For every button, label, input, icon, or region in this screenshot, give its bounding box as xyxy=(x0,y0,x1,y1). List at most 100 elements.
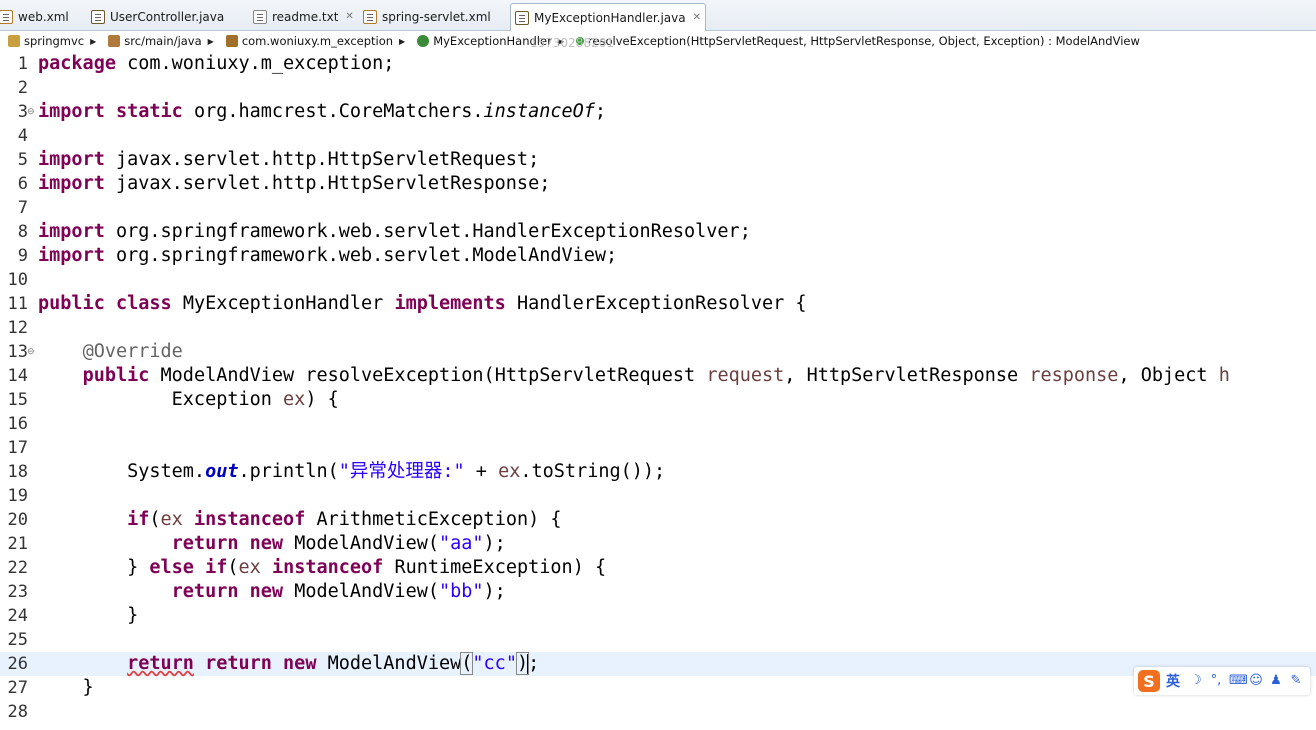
code-text: import javax.servlet.http.HttpServletRes… xyxy=(38,173,551,194)
punctuation-icon[interactable]: °, xyxy=(1209,674,1223,688)
breadcrumb-source-folder[interactable]: src/main/java ▶ xyxy=(100,34,218,48)
code-line: 6 import javax.servlet.http.HttpServletR… xyxy=(0,172,1316,196)
close-icon[interactable]: ✕ xyxy=(693,12,701,23)
text-file-icon xyxy=(253,9,267,24)
tab-label: UserController.java xyxy=(110,9,225,24)
java-file-icon xyxy=(515,10,529,25)
editor-tab-bar: web.xml UserController.java readme.txt ✕… xyxy=(0,0,1316,31)
ime-toolbar[interactable]: S 英 ☽ °, ⌨ ☺ ♟ ✎ xyxy=(1134,667,1310,695)
line-number: 7 xyxy=(17,198,28,218)
tab-label: readme.txt xyxy=(272,9,339,24)
code-line: 24 } xyxy=(0,604,1316,628)
code-text: return return new ModelAndView("cc"); xyxy=(127,652,540,675)
moon-icon[interactable]: ☽ xyxy=(1189,674,1203,688)
code-text: import org.springframework.web.servlet.M… xyxy=(38,245,618,266)
line-number: 27 xyxy=(7,678,28,698)
source-folder-icon xyxy=(108,35,121,47)
text-caret xyxy=(527,654,530,674)
line-number: 23 xyxy=(7,582,28,602)
watermark: 15730288201 xyxy=(530,36,614,50)
code-line: 7 xyxy=(0,196,1316,220)
shirt-icon[interactable]: ♟ xyxy=(1269,674,1283,688)
code-text: package com.woniuxy.m_exception; xyxy=(38,53,395,74)
code-text: System.out.println("异常处理器:" + ex.toStrin… xyxy=(127,461,666,482)
code-text: Exception ex) { xyxy=(171,389,339,410)
code-line: 15 Exception ex) { xyxy=(0,388,1316,412)
tab-web-xml[interactable]: web.xml xyxy=(0,3,74,29)
ime-language-toggle[interactable]: 英 xyxy=(1166,671,1180,691)
code-text: } xyxy=(38,677,94,698)
fold-collapse-icon[interactable]: ⊖ xyxy=(27,348,35,357)
breadcrumb-package[interactable]: com.woniuxy.m_exception ▶ xyxy=(218,34,409,48)
line-number: 20 xyxy=(7,510,28,530)
user-icon[interactable]: ☺ xyxy=(1249,674,1263,688)
wrench-icon[interactable]: ✎ xyxy=(1289,674,1303,688)
code-line-current: 26 return return new ModelAndView("cc"); xyxy=(0,652,1316,676)
code-text: public class MyExceptionHandler implemen… xyxy=(38,293,807,314)
tab-label: MyExceptionHandler.java xyxy=(534,10,686,25)
line-number: 10 xyxy=(7,270,28,290)
tab-readme[interactable]: readme.txt ✕ xyxy=(248,3,359,29)
code-editor[interactable]: 1 package com.woniuxy.m_exception; 2 3 ⊖… xyxy=(0,52,1316,730)
code-line: 22 } else if(ex instanceof RuntimeExcept… xyxy=(0,556,1316,580)
package-icon xyxy=(225,35,238,47)
tab-user-controller[interactable]: UserController.java xyxy=(86,3,229,29)
xml-file-icon xyxy=(363,9,377,24)
code-line: 16 xyxy=(0,412,1316,436)
java-file-icon xyxy=(91,9,105,24)
code-line: 21 return new ModelAndView("aa"); xyxy=(0,532,1316,556)
line-number: 13 xyxy=(7,342,28,362)
code-line: 3 ⊖ import static org.hamcrest.CoreMatch… xyxy=(0,100,1316,124)
line-number: 18 xyxy=(7,462,28,482)
code-text: import javax.servlet.http.HttpServletReq… xyxy=(38,149,540,170)
close-icon[interactable]: ✕ xyxy=(345,11,353,22)
line-number: 1 xyxy=(17,54,28,74)
tab-spring-servlet[interactable]: spring-servlet.xml xyxy=(358,3,496,29)
line-number: 4 xyxy=(17,126,28,146)
tab-label: web.xml xyxy=(18,9,69,24)
code-text: return new ModelAndView("bb"); xyxy=(171,581,506,602)
code-line: 13 ⊖ @Override xyxy=(0,340,1316,364)
sogou-logo-icon[interactable]: S xyxy=(1138,670,1160,692)
code-line: 28 xyxy=(0,700,1316,724)
code-line: 20 if(ex instanceof ArithmeticException)… xyxy=(0,508,1316,532)
chevron-right-icon: ▶ xyxy=(90,36,97,46)
code-line: 5 import javax.servlet.http.HttpServletR… xyxy=(0,148,1316,172)
code-line: 9 import org.springframework.web.servlet… xyxy=(0,244,1316,268)
code-line: 27 } xyxy=(0,676,1316,700)
line-number: 8 xyxy=(17,222,28,242)
code-text: } else if(ex instanceof RuntimeException… xyxy=(38,557,607,578)
code-line: 12 xyxy=(0,316,1316,340)
code-line: 8 import org.springframework.web.servlet… xyxy=(0,220,1316,244)
fold-collapse-icon[interactable]: ⊖ xyxy=(27,108,35,117)
line-number: 26 xyxy=(7,654,28,674)
class-icon xyxy=(417,35,430,47)
code-line: 1 package com.woniuxy.m_exception; xyxy=(0,52,1316,76)
code-line: 4 xyxy=(0,124,1316,148)
code-line: 23 return new ModelAndView("bb"); xyxy=(0,580,1316,604)
breadcrumb-method[interactable]: resolveException(HttpServletRequest, Htt… xyxy=(568,34,1140,48)
keyboard-icon[interactable]: ⌨ xyxy=(1229,674,1248,688)
project-icon xyxy=(8,35,20,47)
code-line: 2 xyxy=(0,76,1316,100)
breadcrumb-project[interactable]: springmvc ▶ xyxy=(0,34,100,48)
code-text: if(ex instanceof ArithmeticException) { xyxy=(127,509,562,530)
chevron-right-icon: ▶ xyxy=(207,36,214,46)
line-number: 9 xyxy=(17,246,28,266)
code-line: 10 xyxy=(0,268,1316,292)
line-number: 14 xyxy=(7,366,28,386)
code-text: public ModelAndView resolveException(Htt… xyxy=(82,365,1230,386)
line-number: 16 xyxy=(7,414,28,434)
line-number: 15 xyxy=(7,390,28,410)
breadcrumb-label: com.woniuxy.m_exception xyxy=(241,34,394,48)
tab-my-exception-handler[interactable]: MyExceptionHandler.java ✕ xyxy=(510,3,707,31)
code-text: return new ModelAndView("aa"); xyxy=(171,533,506,554)
tab-label: spring-servlet.xml xyxy=(382,9,491,24)
line-number: 3 xyxy=(17,102,28,122)
line-number: 17 xyxy=(7,438,28,458)
line-number: 22 xyxy=(7,558,28,578)
code-text: @Override xyxy=(82,341,183,362)
code-line: 18 System.out.println("异常处理器:" + ex.toSt… xyxy=(0,460,1316,484)
line-number: 25 xyxy=(7,630,28,650)
code-text: } xyxy=(38,605,139,626)
